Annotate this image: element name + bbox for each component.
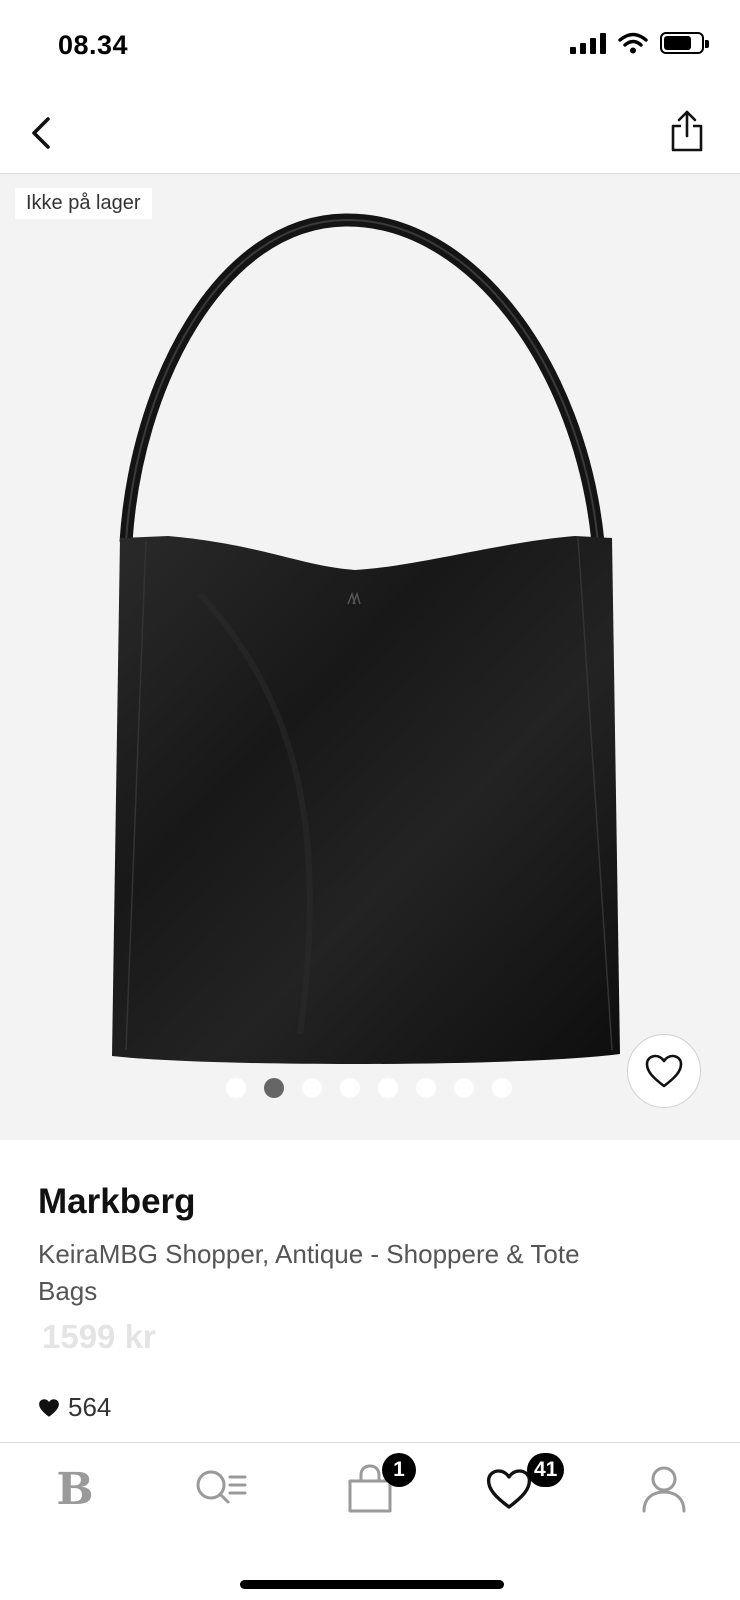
gallery-dot[interactable] <box>378 1078 398 1098</box>
status-icons <box>570 32 709 54</box>
tab-home[interactable]: B <box>35 1457 115 1521</box>
status-bar: 08.34 <box>0 0 740 92</box>
product-price: 1599 kr <box>42 1318 156 1355</box>
wifi-icon <box>618 32 648 54</box>
tab-search[interactable] <box>181 1457 261 1521</box>
tab-cart[interactable]: 1 <box>330 1453 416 1521</box>
gallery-dot-active[interactable] <box>264 1078 284 1098</box>
gallery-dot[interactable] <box>492 1078 512 1098</box>
share-icon <box>671 110 703 152</box>
tab-wishlist[interactable]: 41 <box>469 1453 565 1521</box>
battery-level <box>664 36 691 50</box>
product-name: KeiraMBG Shopper, Antique - Shoppere & T… <box>38 1239 580 1306</box>
product-image <box>112 213 620 1065</box>
heart-filled-icon <box>39 1398 59 1417</box>
navigation-bar <box>0 92 740 174</box>
cellular-signal-icon <box>570 32 606 54</box>
product-gallery[interactable]: Ikke på lager <box>0 174 740 1140</box>
heart-icon <box>486 1469 532 1509</box>
likes-count: 564 <box>38 1392 111 1423</box>
gallery-dot[interactable] <box>454 1078 474 1098</box>
out-of-stock-badge: Ikke på lager <box>15 188 152 219</box>
battery-icon <box>660 32 709 54</box>
cart-count-badge: 1 <box>382 1453 416 1487</box>
chevron-left-icon <box>32 117 50 149</box>
share-button[interactable] <box>664 106 710 156</box>
heart-outline-icon <box>645 1054 683 1088</box>
likes-value: 564 <box>68 1392 112 1422</box>
gallery-pagination[interactable] <box>226 1078 512 1098</box>
search-list-icon <box>196 1470 247 1504</box>
gallery-dot[interactable] <box>340 1078 360 1098</box>
home-indicator[interactable] <box>240 1580 504 1589</box>
gallery-dot[interactable] <box>302 1078 322 1098</box>
user-icon <box>642 1466 686 1513</box>
back-button[interactable] <box>18 110 64 156</box>
product-info: Markberg KeiraMBG Shopper, Antique - Sho… <box>0 1140 740 1442</box>
brand-logo-icon: B <box>56 1463 94 1515</box>
gallery-dot[interactable] <box>416 1078 436 1098</box>
gallery-dot[interactable] <box>226 1078 246 1098</box>
brand-name[interactable]: Markberg <box>38 1182 196 1222</box>
tab-bar: B 1 41 <box>0 1442 740 1600</box>
add-to-wishlist-button[interactable] <box>627 1034 701 1108</box>
wishlist-count-badge: 41 <box>527 1453 565 1487</box>
tab-profile[interactable] <box>624 1457 704 1521</box>
status-time: 08.34 <box>58 30 129 60</box>
